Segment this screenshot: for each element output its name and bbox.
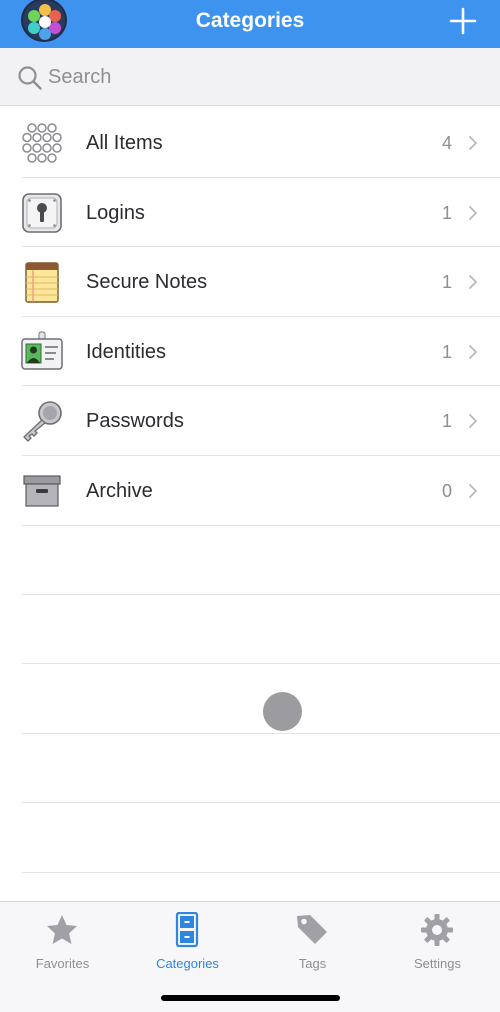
tab-label: Categories <box>156 956 219 971</box>
empty-list-area <box>0 525 500 873</box>
tab-label: Settings <box>414 956 461 971</box>
category-label: Logins <box>86 201 145 224</box>
tab-categories[interactable]: Categories <box>125 910 250 972</box>
category-count: 1 <box>441 411 452 432</box>
category-count: 1 <box>441 341 452 362</box>
empty-row-divider <box>0 734 500 804</box>
chevron-right-icon <box>469 484 477 498</box>
tab-label: Favorites <box>35 956 90 971</box>
chevron-right-icon <box>469 275 477 290</box>
notepad-icon <box>25 262 59 303</box>
archive-box-icon <box>23 475 61 507</box>
tab-settings[interactable]: Settings <box>375 910 500 972</box>
category-label: Secure Notes <box>86 271 208 294</box>
category-list: All Items 4 Logins 1 Secure Notes 1 Iden… <box>0 108 500 526</box>
category-row-secure-notes[interactable]: Secure Notes 1 <box>0 247 500 317</box>
star-icon <box>47 915 77 944</box>
category-row-logins[interactable]: Logins 1 <box>0 178 500 248</box>
tab-bar: Favorites Categories Tags Settings <box>0 901 500 1012</box>
category-label: Identities <box>86 340 167 363</box>
touch-indicator <box>263 692 302 731</box>
category-row-passwords[interactable]: Passwords 1 <box>0 386 500 456</box>
search-icon <box>18 66 42 90</box>
category-label: Archive <box>86 479 153 502</box>
category-row-archive[interactable]: Archive 0 <box>0 456 500 526</box>
login-keyhole-icon <box>22 192 62 233</box>
category-count: 0 <box>441 480 452 501</box>
all-items-icon <box>22 123 62 163</box>
chevron-right-icon <box>469 414 477 429</box>
category-count: 1 <box>441 272 452 293</box>
category-row-all-items[interactable]: All Items 4 <box>0 108 500 178</box>
category-count: 1 <box>441 202 452 223</box>
home-indicator[interactable] <box>161 995 340 1001</box>
empty-row-divider <box>0 525 500 595</box>
category-label: All Items <box>86 132 163 154</box>
add-button[interactable] <box>448 6 478 36</box>
search-bar <box>0 48 500 106</box>
empty-row-divider <box>0 664 500 734</box>
file-cabinet-icon <box>175 912 199 948</box>
page-title: Categories <box>195 9 305 32</box>
empty-row-divider <box>0 803 500 873</box>
navigation-bar: Categories <box>0 0 500 48</box>
tab-favorites[interactable]: Favorites <box>0 910 125 972</box>
search-input[interactable] <box>48 61 468 93</box>
category-label: Passwords <box>86 410 184 433</box>
category-count: 4 <box>441 133 452 153</box>
empty-row-divider <box>0 595 500 665</box>
chevron-right-icon <box>469 136 477 150</box>
chevron-right-icon <box>469 205 477 220</box>
chevron-right-icon <box>469 344 477 359</box>
tab-tags[interactable]: Tags <box>250 910 375 972</box>
tag-icon <box>297 915 327 944</box>
category-row-identities[interactable]: Identities 1 <box>0 317 500 387</box>
key-icon <box>23 401 62 443</box>
gear-icon <box>421 914 453 946</box>
tab-label: Tags <box>298 956 327 971</box>
id-card-icon <box>21 331 63 370</box>
